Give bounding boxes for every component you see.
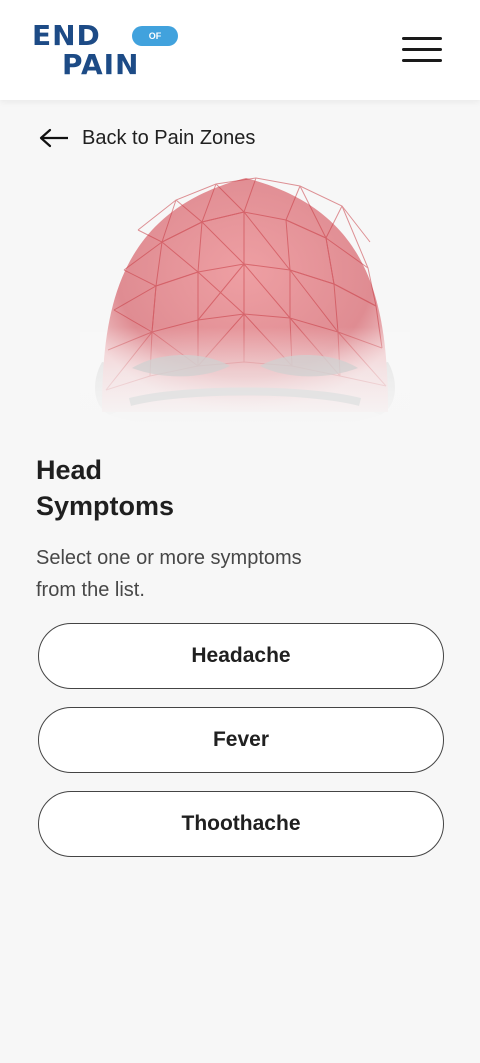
instructions-line: Select one or more symptoms <box>36 547 302 569</box>
instructions-text: Select one or more symptoms from the lis… <box>36 542 356 606</box>
symptom-label: Thoothache <box>181 812 301 835</box>
back-to-pain-zones-link[interactable]: Back to Pain Zones <box>38 124 255 152</box>
symptom-label: Headache <box>191 644 291 667</box>
back-link-label: Back to Pain Zones <box>82 126 256 149</box>
menu-line <box>402 37 442 40</box>
page-title: Head Symptoms <box>36 452 286 524</box>
menu-line <box>402 59 442 62</box>
menu-line <box>402 48 442 51</box>
hamburger-menu-icon[interactable] <box>402 35 442 65</box>
logo-text-of: OF <box>132 26 178 46</box>
symptom-headache-button[interactable]: Headache <box>38 623 444 689</box>
logo-text-pain: PAIN <box>62 48 140 81</box>
symptom-fever-button[interactable]: Fever <box>38 707 444 773</box>
arrow-left-icon <box>39 128 68 148</box>
symptom-list: Headache Fever Thoothache <box>38 623 446 875</box>
title-line-symptoms: Symptoms <box>36 491 175 521</box>
symptom-label: Fever <box>212 728 270 751</box>
title-line-head: Head <box>36 455 103 485</box>
app-header: END OF PAIN <box>0 0 480 100</box>
symptom-thoothache-button[interactable]: Thoothache <box>38 791 444 857</box>
instructions-line: from the list. <box>36 579 145 601</box>
head-mesh-illustration <box>80 177 410 427</box>
logo-text-end: END <box>32 19 101 52</box>
end-of-pain-logo[interactable]: END OF PAIN <box>32 22 184 80</box>
